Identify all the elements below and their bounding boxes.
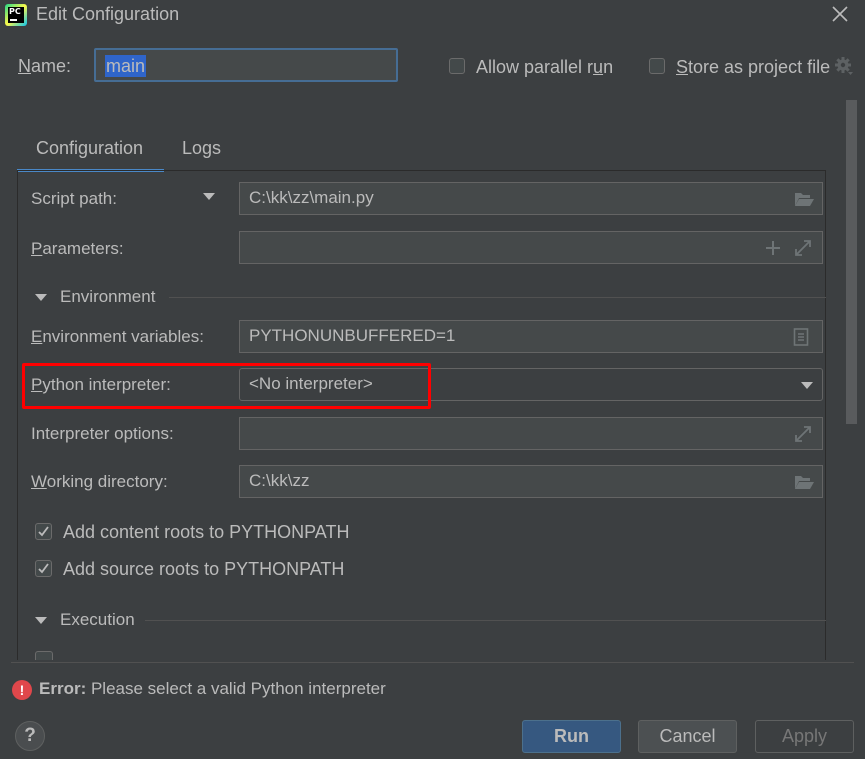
- script-type-dropdown-icon[interactable]: [203, 193, 215, 200]
- working-directory-mnemonic: W: [31, 472, 47, 491]
- pycharm-logo-icon: PC: [5, 4, 27, 26]
- error-prefix: Error:: [39, 679, 87, 698]
- allow-parallel-run-checkbox[interactable]: [449, 58, 465, 74]
- python-interpreter-mnemonic: P: [31, 375, 43, 394]
- tab-configuration[interactable]: Configuration: [36, 138, 143, 159]
- help-button[interactable]: ?: [15, 721, 45, 751]
- folder-open-icon[interactable]: [794, 473, 814, 491]
- allow-parallel-run-label[interactable]: Allow parallel run: [476, 57, 613, 78]
- interpreter-options-label: Interpreter options:: [31, 424, 174, 443]
- parameters-input[interactable]: [239, 231, 823, 264]
- window-title: Edit Configuration: [36, 4, 180, 24]
- name-label: Name:: [18, 56, 71, 77]
- script-path-label: Script path:: [31, 189, 117, 208]
- app-icon-inner: PC: [8, 7, 24, 23]
- parameters-label: Parameters:: [31, 239, 124, 259]
- footer-divider: [11, 662, 854, 663]
- add-content-roots-label[interactable]: Add content roots to PYTHONPATH: [63, 522, 349, 543]
- name-label-mnemonic: N: [18, 56, 31, 76]
- add-content-roots-checkbox[interactable]: [35, 523, 52, 540]
- allow-parallel-run-label-b: n: [603, 57, 614, 77]
- environment-variables-value: PYTHONUNBUFFERED=1: [249, 326, 456, 345]
- execution-collapse-icon[interactable]: [35, 617, 47, 624]
- python-interpreter-label: Python interpreter:: [31, 375, 171, 395]
- gear-icon: [835, 57, 853, 75]
- run-button[interactable]: Run: [522, 720, 621, 753]
- allow-parallel-run-mnemonic: u: [593, 57, 604, 77]
- script-path-input[interactable]: C:\kk\zz\main.py: [239, 182, 823, 215]
- error-text: Please select a valid Python interpreter: [86, 679, 386, 698]
- app-icon-bar: [10, 19, 17, 21]
- execution-divider: [145, 620, 826, 621]
- interpreter-options-input[interactable]: [239, 417, 823, 450]
- tab-logs[interactable]: Logs: [182, 138, 221, 159]
- store-as-project-file-label[interactable]: Store as project file: [676, 57, 830, 78]
- environment-variables-input[interactable]: PYTHONUNBUFFERED=1: [239, 320, 823, 353]
- working-directory-label-rest: orking directory:: [46, 472, 168, 491]
- python-interpreter-value: <No interpreter>: [249, 374, 373, 393]
- execution-checkbox-partial[interactable]: [35, 651, 53, 660]
- working-directory-input[interactable]: C:\kk\zz: [239, 465, 823, 498]
- chevron-down-icon[interactable]: [801, 382, 813, 389]
- add-source-roots-checkbox[interactable]: [35, 560, 52, 577]
- store-as-project-file-checkbox[interactable]: [649, 58, 665, 74]
- error-icon: !: [12, 680, 32, 700]
- parameters-label-rest: arameters:: [42, 239, 124, 258]
- apply-button[interactable]: Apply: [755, 720, 854, 753]
- python-interpreter-label-rest: ython interpreter:: [42, 375, 171, 394]
- name-input[interactable]: main: [94, 48, 398, 82]
- close-icon: [832, 6, 848, 22]
- environment-collapse-icon[interactable]: [35, 294, 47, 301]
- checkmark-icon: [38, 563, 49, 574]
- working-directory-value: C:\kk\zz: [249, 471, 310, 490]
- error-message: Error: Please select a valid Python inte…: [39, 679, 386, 699]
- script-path-value: C:\kk\zz\main.py: [249, 188, 374, 207]
- execution-section-title[interactable]: Execution: [60, 610, 135, 630]
- name-input-value: main: [105, 55, 147, 77]
- app-icon-text: PC: [9, 7, 21, 16]
- scrollbar-thumb[interactable]: [846, 100, 857, 424]
- environment-section-title[interactable]: Environment: [60, 287, 155, 307]
- plus-icon[interactable]: [764, 239, 784, 257]
- settings-button[interactable]: [834, 56, 854, 76]
- parameters-mnemonic: P: [31, 239, 43, 258]
- allow-parallel-run-label-a: Allow parallel r: [476, 57, 594, 77]
- environment-variables-label: Environment variables:: [31, 327, 204, 347]
- close-button[interactable]: [828, 2, 852, 26]
- python-interpreter-select[interactable]: <No interpreter>: [239, 368, 823, 401]
- environment-divider: [169, 297, 826, 298]
- expand-icon[interactable]: [793, 425, 813, 443]
- cancel-button[interactable]: Cancel: [638, 720, 737, 753]
- environment-variables-label-rest: nvironment variables:: [42, 327, 204, 346]
- working-directory-label: Working directory:: [31, 472, 168, 492]
- add-source-roots-label[interactable]: Add source roots to PYTHONPATH: [63, 559, 344, 580]
- expand-icon[interactable]: [793, 239, 813, 257]
- store-as-project-label-rest: tore as project file: [688, 57, 831, 77]
- store-as-project-mnemonic: S: [676, 57, 689, 77]
- checkmark-icon: [38, 526, 49, 537]
- folder-open-icon[interactable]: [794, 190, 814, 208]
- document-icon[interactable]: [793, 328, 813, 346]
- name-label-rest: ame:: [31, 56, 72, 76]
- environment-variables-mnemonic: E: [31, 327, 43, 346]
